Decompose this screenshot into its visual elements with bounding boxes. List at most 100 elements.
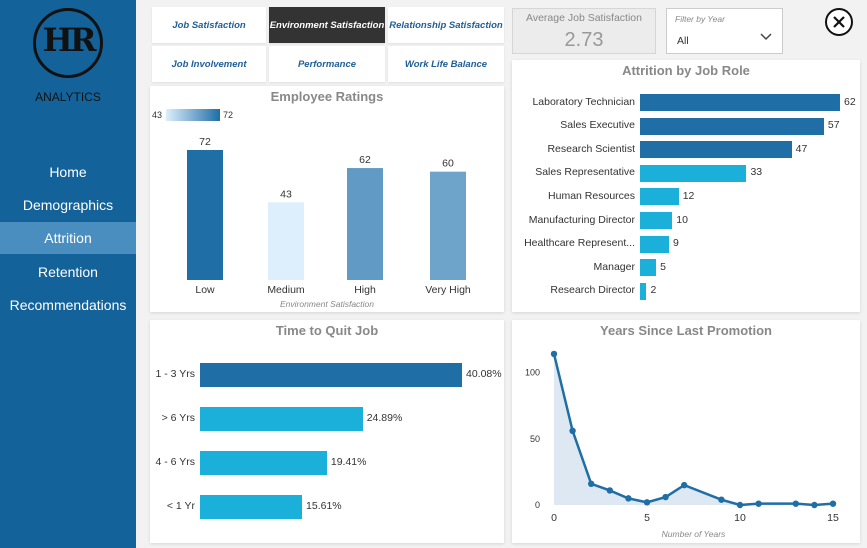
quit-bar[interactable] [200, 363, 462, 387]
promotion-y-tick: 0 [535, 500, 540, 510]
jobrole-value-label: 10 [676, 213, 688, 226]
ratings-x-axis-label: Environment Satisfaction [280, 299, 374, 309]
tab-relationship-satisfaction[interactable]: Relationship Satisfaction [388, 7, 504, 43]
quit-bar[interactable] [200, 451, 327, 475]
tab-environment-satisfaction[interactable]: Environment Satisfaction [269, 7, 385, 43]
promotion-x-tick: 0 [551, 512, 557, 524]
jobrole-bar[interactable] [640, 235, 670, 253]
kpi-value: 2.73 [564, 29, 604, 51]
quit-value-label: 19.41% [330, 456, 367, 468]
ratings-chart: 43 72 72 Low 43 Medium 62 High 60 Very High Enviro… [152, 109, 471, 309]
jobrole-bar[interactable] [640, 117, 824, 135]
ratings-bar[interactable] [430, 171, 466, 280]
legend-max: 72 [223, 110, 233, 120]
quit-bar[interactable] [200, 407, 363, 431]
quit-category-label: < 1 Yr [166, 500, 195, 512]
tab-job-satisfaction[interactable]: Job Satisfaction [152, 7, 266, 43]
jobrole-category-label: Laboratory Technician [532, 95, 635, 108]
ratings-value-label: 43 [280, 188, 292, 200]
ratings-value-label: 72 [199, 136, 211, 148]
sidebar: HR ANALYTICS Home Demographics Attrition… [0, 0, 136, 548]
gradient-legend [166, 109, 220, 121]
year-filter-dropdown[interactable]: Filter by Year All [666, 8, 783, 54]
nav-recommendations[interactable]: Recommendations [0, 289, 136, 321]
promotion-point[interactable] [625, 495, 632, 502]
promotion-point[interactable] [811, 501, 818, 509]
ratings-category-label: Medium [267, 284, 305, 296]
kpi-card: Average Job Satisfaction 2.73 [512, 8, 656, 54]
promotion-point[interactable] [588, 480, 595, 487]
promotion-x-tick: 15 [827, 512, 839, 524]
promotion-x-axis-label: Number of Years [662, 529, 726, 539]
logo: HR [33, 8, 103, 78]
jobrole-value-label: 57 [827, 119, 840, 132]
jobrole-value-label: 47 [795, 142, 808, 155]
jobrole-category-label: Manager [593, 260, 635, 273]
kpi-label: Average Job Satisfaction [526, 12, 642, 24]
promotion-x-tick: 10 [734, 512, 746, 524]
ratings-category-label: Very High [425, 284, 471, 296]
jobrole-value-label: 12 [682, 189, 695, 202]
promotion-point[interactable] [606, 487, 613, 494]
promotion-point[interactable] [681, 481, 688, 489]
ratings-bar[interactable] [187, 150, 223, 280]
promotion-point[interactable] [662, 493, 669, 501]
ratings-bar[interactable] [347, 168, 383, 280]
quit-bar[interactable] [200, 495, 303, 519]
jobrole-bar[interactable] [640, 259, 657, 277]
jobrole-bar[interactable] [640, 188, 679, 206]
quit-chart: 1 - 3 Yrs 40.08% > 6 Yrs 24.89% 4 - 6 Yrs 19.… [150, 320, 504, 543]
employee-ratings-panel: Employee Ratings 43 72 72 Low 43 Medium 62 High… [150, 86, 504, 312]
jobrole-bar[interactable] [640, 212, 673, 229]
promotion-point[interactable] [792, 500, 799, 507]
filter-label: Filter by Year [675, 14, 725, 24]
close-icon [833, 16, 845, 28]
jobrole-bar[interactable] [640, 282, 647, 300]
filter-value: All [677, 35, 689, 47]
ratings-bar[interactable] [268, 202, 304, 280]
promotion-line [552, 353, 834, 507]
jobrole-chart: Laboratory Technician 62 Sales Executive 57… [512, 60, 860, 312]
tab-work-life-balance[interactable]: Work Life Balance [388, 46, 504, 82]
jobrole-category-label: Manufacturing Director [528, 213, 635, 226]
quit-category-label: 1 - 3 Yrs [155, 368, 196, 380]
nav-demographics[interactable]: Demographics [0, 189, 136, 221]
promotion-point[interactable] [736, 501, 744, 509]
jobrole-category-label: Sales Representative [535, 166, 635, 179]
tab-performance[interactable]: Performance [269, 46, 385, 82]
promotion-point[interactable] [643, 499, 651, 506]
tab-job-involvement[interactable]: Job Involvement [152, 46, 266, 82]
legend-min: 43 [152, 110, 162, 120]
jobrole-category-label: Healthcare Represent... [524, 237, 635, 250]
ratings-value-label: 62 [359, 154, 371, 166]
promotion-x-tick: 5 [644, 512, 650, 524]
quit-category-label: > 6 Yrs [161, 412, 195, 424]
quit-value-label: 24.89% [366, 412, 403, 424]
jobrole-value-label: 33 [750, 166, 763, 179]
jobrole-bar[interactable] [640, 141, 792, 159]
ratings-category-label: High [354, 284, 376, 296]
jobrole-bar[interactable] [640, 164, 747, 182]
ratings-value-label: 60 [442, 158, 454, 170]
promotion-y-tick: 50 [530, 434, 540, 444]
jobrole-value-label: 5 [660, 260, 666, 273]
time-to-quit-panel: Time to Quit Job 1 - 3 Yrs 40.08% > 6 Yrs 2… [150, 320, 504, 543]
jobrole-value-label: 2 [650, 284, 657, 297]
promotion-panel: Years Since Last Promotion 0 50 100 0 5 10 15 N… [512, 320, 860, 543]
jobrole-bar[interactable] [640, 94, 840, 111]
promotion-area [554, 353, 833, 505]
promotion-point[interactable] [569, 427, 576, 434]
close-button[interactable] [825, 8, 853, 36]
promotion-point[interactable] [550, 350, 558, 358]
nav-retention[interactable]: Retention [0, 256, 136, 288]
quit-value-label: 15.61% [306, 500, 342, 512]
logo-text: ANALYTICS [35, 90, 101, 104]
nav-home[interactable]: Home [0, 156, 136, 188]
nav-attrition[interactable]: Attrition [0, 222, 136, 254]
promotion-point[interactable] [718, 496, 725, 503]
attrition-by-job-role-panel: Attrition by Job Role Laboratory Technic… [512, 60, 860, 312]
promotion-point[interactable] [829, 500, 837, 507]
quit-category-label: 4 - 6 Yrs [155, 456, 196, 468]
ratings-category-label: Low [195, 284, 215, 296]
promotion-point[interactable] [755, 500, 762, 507]
